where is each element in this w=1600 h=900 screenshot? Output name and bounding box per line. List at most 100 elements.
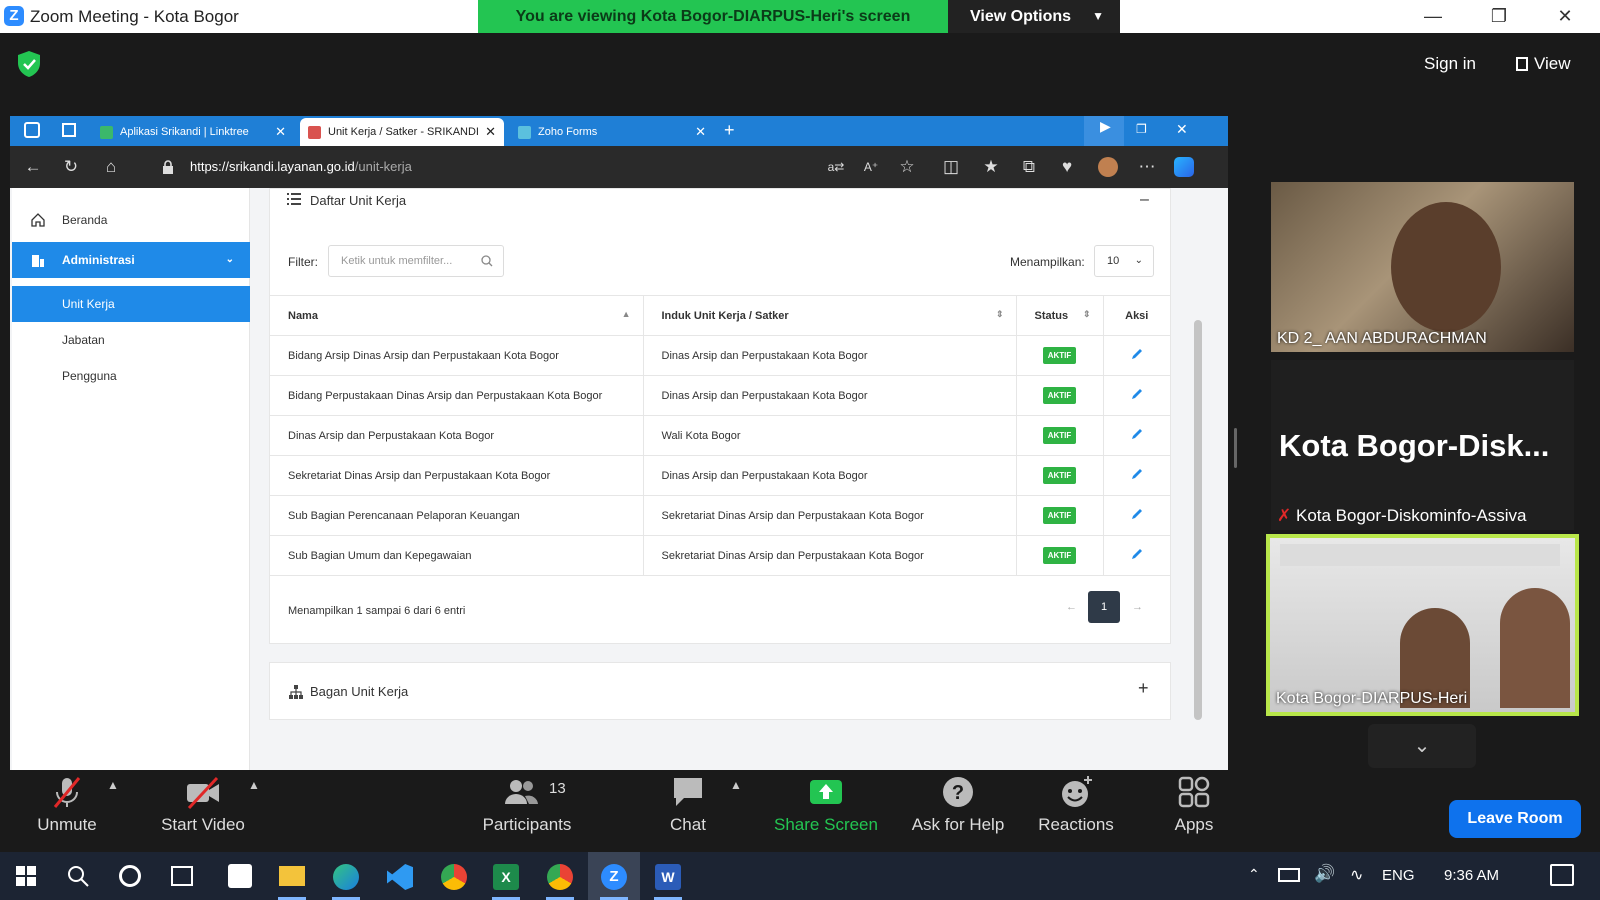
- video-tile-diskominfo[interactable]: Kota Bogor-Disk... ✗ Kota Bogor-Diskomin…: [1271, 360, 1574, 530]
- expand-icon[interactable]: +: [1138, 678, 1149, 699]
- taskbar-file-explorer[interactable]: [266, 852, 318, 900]
- edit-pencil-icon[interactable]: [1130, 547, 1144, 561]
- taskbar-cortana[interactable]: [104, 852, 156, 900]
- video-tile-heri[interactable]: Kota Bogor-DIARPUS-Heri: [1266, 534, 1579, 716]
- page-scrollbar[interactable]: [1194, 270, 1202, 772]
- video-options-caret-icon[interactable]: ▲: [248, 778, 260, 792]
- reactions-button[interactable]: Reactions: [1016, 770, 1136, 840]
- audio-options-caret-icon[interactable]: ▲: [107, 778, 119, 792]
- column-label: Nama: [288, 309, 318, 322]
- edit-pencil-icon[interactable]: [1130, 427, 1144, 441]
- taskbar-zoom[interactable]: Z: [588, 852, 640, 900]
- org-chart-icon: [289, 685, 303, 699]
- taskbar-excel[interactable]: X: [480, 852, 532, 900]
- tab-actions-icon[interactable]: [62, 123, 76, 137]
- shield-icon[interactable]: [16, 50, 42, 78]
- share-screen-label: Share Screen: [774, 815, 878, 834]
- workspaces-icon[interactable]: [24, 122, 40, 138]
- taskbar-vscode[interactable]: [374, 852, 426, 900]
- browser-close-icon[interactable]: ✕: [1176, 121, 1188, 138]
- copilot-icon[interactable]: [1174, 157, 1194, 177]
- start-video-button[interactable]: Start Video: [143, 770, 263, 840]
- wifi-icon[interactable]: ∿: [1350, 865, 1363, 885]
- status-badge: AKTIF: [1042, 427, 1077, 444]
- scroll-down-chevron-icon[interactable]: ⌄: [1368, 724, 1476, 768]
- taskbar-chrome[interactable]: [428, 852, 480, 900]
- next-page-icon[interactable]: →: [1132, 601, 1143, 613]
- apps-button[interactable]: Apps: [1134, 770, 1254, 840]
- tab-unit-kerja[interactable]: Unit Kerja / Satker - SRIKANDI ✕: [300, 118, 504, 146]
- sidebar-item-administrasi[interactable]: Administrasi ⌄: [12, 242, 250, 278]
- vscode-logo-icon: [387, 864, 413, 890]
- edit-pencil-icon[interactable]: [1130, 387, 1144, 401]
- table-body: Bidang Arsip Dinas Arsip dan Perpustakaa…: [270, 335, 1170, 576]
- favorites-icon[interactable]: ★: [980, 156, 1002, 178]
- view-options-button[interactable]: View Options ▼: [948, 0, 1120, 33]
- browser-essentials-icon[interactable]: ♥: [1056, 156, 1078, 178]
- minimize-icon[interactable]: —: [1400, 0, 1466, 33]
- sidebar-item-pengguna[interactable]: Pengguna: [12, 358, 250, 394]
- sidebar-item-beranda[interactable]: Beranda: [12, 202, 250, 238]
- taskbar-task-view[interactable]: [156, 852, 208, 900]
- panel-resize-handle[interactable]: [1234, 428, 1237, 468]
- view-button[interactable]: View: [1516, 50, 1586, 78]
- taskbar-chrome-2[interactable]: [534, 852, 586, 900]
- ask-for-help-button[interactable]: ? Ask for Help: [898, 770, 1018, 840]
- close-icon[interactable]: ✕: [1532, 0, 1598, 33]
- taskbar-edge[interactable]: [320, 852, 372, 900]
- home-icon[interactable]: ⌂: [100, 156, 122, 178]
- column-header-induk[interactable]: Induk Unit Kerja / Satker ⇕: [643, 295, 1017, 336]
- sign-in-button[interactable]: Sign in: [1424, 50, 1494, 78]
- prev-page-icon[interactable]: ←: [1066, 601, 1077, 613]
- tab-linktree[interactable]: Aplikasi Srikandi | Linktree ✕: [92, 118, 294, 146]
- show-hidden-icons-icon[interactable]: ⌃: [1248, 866, 1260, 883]
- column-header-status[interactable]: Status ⇕: [1016, 295, 1104, 336]
- volume-icon[interactable]: 🔊: [1314, 864, 1335, 884]
- page-button-current[interactable]: 1: [1088, 591, 1120, 623]
- sidebar-item-unit-kerja[interactable]: Unit Kerja: [12, 286, 250, 322]
- new-tab-icon[interactable]: +: [724, 120, 735, 141]
- back-icon[interactable]: ←: [22, 156, 44, 178]
- tab-zoho-forms[interactable]: Zoho Forms ✕: [510, 118, 714, 146]
- tab-label: Aplikasi Srikandi | Linktree: [120, 126, 249, 138]
- participants-button[interactable]: 13 Participants: [467, 770, 587, 840]
- edit-pencil-icon[interactable]: [1130, 467, 1144, 481]
- chat-options-caret-icon[interactable]: ▲: [730, 778, 742, 792]
- excel-logo-icon: X: [493, 864, 519, 890]
- split-screen-icon[interactable]: ◫: [940, 156, 962, 178]
- taskbar-store[interactable]: [214, 852, 266, 900]
- taskbar-search[interactable]: [52, 852, 104, 900]
- edit-pencil-icon[interactable]: [1130, 507, 1144, 521]
- leave-room-button[interactable]: Leave Room: [1449, 800, 1581, 838]
- cortana-circle-icon: [119, 865, 141, 887]
- favorite-star-icon[interactable]: ☆: [896, 156, 918, 178]
- start-button[interactable]: [0, 852, 52, 900]
- browser-restore-icon[interactable]: ❐: [1136, 122, 1147, 136]
- profile-avatar[interactable]: [1098, 157, 1118, 177]
- collections-icon[interactable]: ⧉: [1018, 156, 1040, 178]
- tab-close-icon[interactable]: ✕: [485, 118, 496, 146]
- sidebar-item-jabatan[interactable]: Jabatan: [12, 322, 250, 358]
- notifications-icon[interactable]: [1550, 864, 1574, 886]
- cell-aksi: [1103, 495, 1170, 536]
- filter-input[interactable]: Ketik untuk memfilter...: [328, 245, 504, 277]
- taskbar-word[interactable]: W: [642, 852, 694, 900]
- language-indicator[interactable]: ENG: [1382, 867, 1415, 884]
- restore-icon[interactable]: ❐: [1466, 0, 1532, 33]
- more-icon[interactable]: ⋯: [1136, 156, 1158, 178]
- page-size-select[interactable]: 10 ⌄: [1094, 245, 1154, 277]
- collapse-icon[interactable]: –: [1140, 191, 1149, 209]
- cell-induk: Dinas Arsip dan Perpustakaan Kota Bogor: [643, 455, 1017, 496]
- tab-close-icon[interactable]: ✕: [695, 118, 706, 146]
- video-tile-aan[interactable]: KD 2_ AAN ABDURACHMAN: [1271, 182, 1574, 352]
- refresh-icon[interactable]: ↻: [60, 156, 82, 178]
- tab-close-icon[interactable]: ✕: [275, 118, 286, 146]
- edit-pencil-icon[interactable]: [1130, 347, 1144, 361]
- cell-nama: Bidang Perpustakaan Dinas Arsip dan Perp…: [270, 375, 644, 416]
- battery-icon[interactable]: [1278, 868, 1300, 882]
- translate-icon[interactable]: a⇄: [825, 156, 847, 178]
- clock[interactable]: 9:36 AM: [1444, 867, 1499, 884]
- share-screen-button[interactable]: Share Screen: [766, 770, 886, 840]
- read-aloud-icon[interactable]: A⁺: [860, 156, 882, 178]
- column-header-nama[interactable]: Nama ▲: [270, 295, 644, 336]
